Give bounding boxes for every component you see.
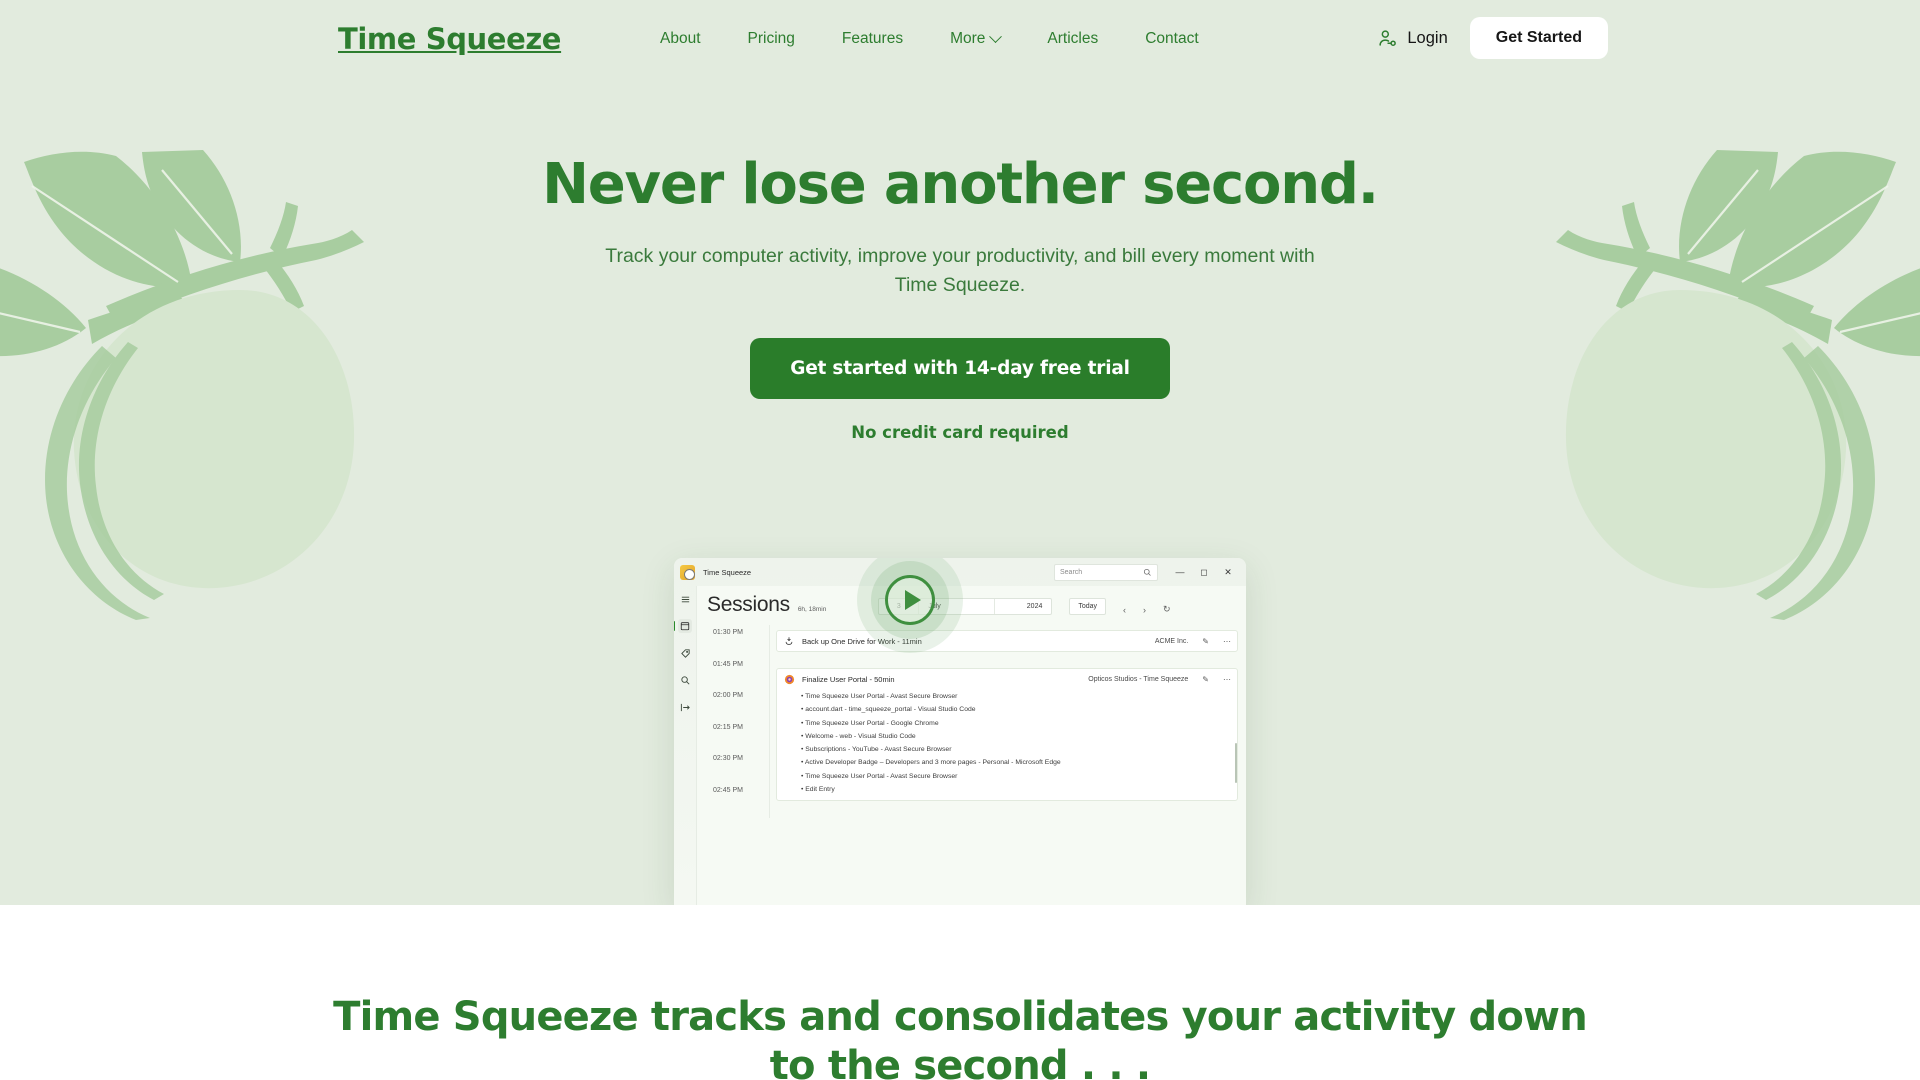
app-title: Time Squeeze [703, 567, 752, 577]
backup-icon [783, 635, 795, 647]
timeline-entries: Back up One Drive for Work - 11min ACME … [769, 625, 1238, 818]
hero-cta-button[interactable]: Get started with 14-day free trial [750, 338, 1170, 400]
nav-actions: Login Get Started [1377, 17, 1608, 59]
features-intro-section: Time Squeeze tracks and consolidates you… [0, 905, 1920, 1080]
sub-activity: • Time Squeeze User Portal - Avast Secur… [801, 693, 958, 700]
session-entry-meta: ACME Inc. [1154, 637, 1189, 645]
session-entry-title: Finalize User Portal - 50min [802, 674, 895, 684]
app-search-placeholder: Search [1060, 568, 1083, 576]
window-controls: — ◻ ✕ [1168, 562, 1240, 582]
sub-activity: • Active Developer Badge – Developers an… [801, 759, 1061, 767]
nav-link-more[interactable]: More [950, 29, 1003, 48]
sub-activity: • Subscriptions - YouTube - Avast Secure… [801, 746, 952, 753]
firefox-icon [783, 673, 795, 685]
section-title: Time Squeeze tracks and consolidates you… [333, 994, 1588, 1080]
lemon-clock-app-icon [680, 564, 695, 580]
session-entry[interactable]: Back up One Drive for Work - 11min ACME … [776, 630, 1238, 652]
chevron-left-icon[interactable]: ‹ [1123, 605, 1126, 615]
nav-link-more-label: More [950, 30, 986, 47]
app-sidebar-rail [674, 586, 696, 905]
app-main-panel: Sessions 6h, 18min 3 July 2024 Today ‹ ›… [696, 586, 1246, 905]
time-label: 02:15 PM [713, 723, 743, 731]
search-icon[interactable] [678, 673, 692, 687]
nav-link-contact-label: Contact [1145, 30, 1199, 47]
video-play-overlay [857, 558, 963, 653]
nav-link-features-label: Features [841, 30, 904, 47]
pencil-icon[interactable]: ✎ [1202, 675, 1209, 684]
magnifier-icon [1143, 568, 1151, 576]
pencil-icon[interactable]: ✎ [1202, 637, 1209, 646]
no-credit-card-note: No credit card required [851, 423, 1069, 443]
nav-link-contact[interactable]: Contact [1145, 30, 1198, 48]
time-label: 02:00 PM [713, 692, 743, 699]
maximize-icon[interactable]: ◻ [1192, 562, 1216, 582]
hero-section: Time Squeeze About Pricing Features More… [0, 0, 1920, 905]
ellipsis-icon[interactable]: ⋯ [1223, 675, 1231, 684]
app-search-input[interactable]: Search [1054, 563, 1158, 581]
login-link[interactable]: Login [1377, 28, 1448, 49]
chevron-down-icon [989, 29, 1003, 43]
user-icon [1379, 29, 1397, 46]
sessions-timeline: 01:30 PM 01:45 PM 02:00 PM 02:15 PM 02:3… [707, 625, 1238, 818]
nav-link-articles[interactable]: Articles [1047, 30, 1098, 48]
calendar-icon[interactable] [674, 619, 692, 633]
nav-link-about[interactable]: About [660, 30, 701, 48]
app-window: Time Squeeze Search — ◻ ✕ Sessions 6h, 1… [674, 558, 1246, 905]
session-entry[interactable]: Finalize User Portal - 50min Opticos Stu… [776, 668, 1238, 801]
sessions-duration: 6h, 18min [797, 606, 827, 613]
session-sub-activities: • Time Squeeze User Portal - Avast Secur… [783, 690, 1231, 796]
date-year[interactable]: 2024 [995, 599, 1051, 614]
sub-activity: • Welcome - web - Visual Studio Code [801, 732, 916, 740]
time-label: 01:45 PM [713, 660, 743, 668]
session-entry-meta: Opticos Studios - Time Squeeze [1088, 675, 1189, 683]
session-entry-row: Finalize User Portal - 50min Opticos Stu… [783, 673, 1231, 685]
play-button[interactable] [885, 575, 935, 625]
login-label: Login [1407, 28, 1448, 47]
sub-activity-edit-entry[interactable]: • Edit Entry [801, 783, 1231, 796]
nav-link-features[interactable]: Features [842, 30, 903, 48]
sub-activity: • Time Squeeze User Portal - Avast Secur… [801, 772, 958, 780]
hamburger-menu-icon[interactable] [678, 592, 692, 606]
landing-page: Time Squeeze About Pricing Features More… [0, 0, 1920, 1080]
tag-icon[interactable] [678, 646, 692, 660]
nav-link-about-label: About [660, 30, 701, 47]
time-label: 02:30 PM [713, 755, 743, 762]
time-label: 02:45 PM [713, 786, 743, 794]
sessions-header: Sessions 6h, 18min 3 July 2024 Today ‹ ›… [707, 592, 1238, 625]
hero-title: Never lose another second. [542, 152, 1379, 217]
scrollbar-thumb[interactable] [1235, 743, 1237, 783]
hero-subtitle: Track your computer activity, improve yo… [605, 244, 1315, 296]
main-navbar: Time Squeeze About Pricing Features More… [0, 0, 1920, 72]
nav-link-articles-label: Articles [1047, 30, 1099, 47]
ellipsis-icon[interactable]: ⋯ [1223, 637, 1231, 646]
nav-link-pricing-label: Pricing [747, 30, 795, 47]
refresh-icon[interactable]: ↻ [1163, 604, 1171, 615]
close-icon[interactable]: ✕ [1216, 562, 1240, 582]
timeline-time-column: 01:30 PM 01:45 PM 02:00 PM 02:15 PM 02:3… [707, 625, 769, 818]
sub-activity: • Time Squeeze User Portal - Google Chro… [801, 719, 939, 727]
chevron-right-icon[interactable]: › [1143, 605, 1146, 615]
export-icon[interactable] [678, 700, 692, 714]
minimize-icon[interactable]: — [1168, 562, 1192, 582]
today-button[interactable]: Today [1069, 598, 1107, 615]
brand-logo[interactable]: Time Squeeze [338, 22, 561, 56]
sessions-title: Sessions [707, 593, 790, 616]
hero-content: Never lose another second. Track your co… [0, 154, 1920, 442]
nav-links: About Pricing Features More Articles Con… [660, 29, 1199, 48]
play-icon [904, 590, 921, 610]
get-started-button[interactable]: Get Started [1469, 17, 1608, 59]
app-body: Sessions 6h, 18min 3 July 2024 Today ‹ ›… [674, 586, 1246, 905]
app-screenshot-mockup: Time Squeeze Search — ◻ ✕ Sessions 6h, 1… [674, 558, 1246, 905]
time-label: 01:30 PM [713, 629, 743, 636]
session-entry-row: Back up One Drive for Work - 11min ACME … [783, 635, 1231, 647]
nav-link-pricing[interactable]: Pricing [748, 30, 795, 48]
sub-activity: • account.dart - time_squeeze_portal - V… [801, 706, 976, 714]
